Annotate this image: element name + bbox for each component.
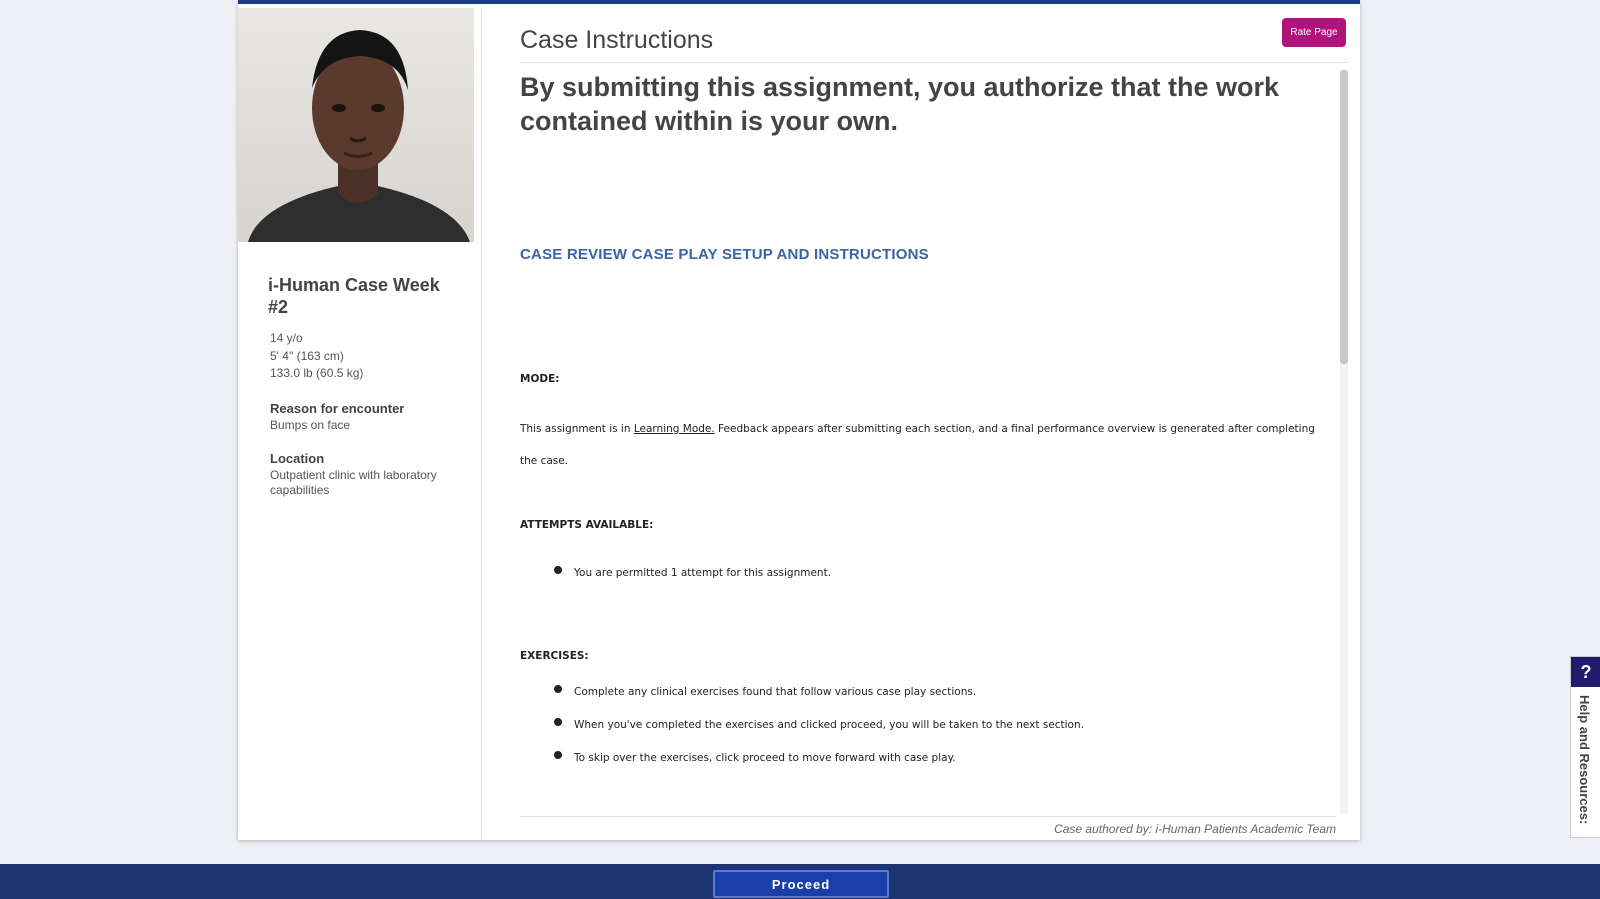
location-label: Location [270, 450, 325, 466]
title-divider [520, 62, 1348, 63]
proceed-button[interactable]: Proceed [713, 870, 889, 898]
footer-divider [520, 816, 1336, 817]
mode-label: MODE: [520, 373, 560, 385]
instructions-content: By submitting this assignment, you autho… [520, 70, 1328, 785]
patient-height: 5' 4" (163 cm) [270, 348, 344, 363]
exercises-list: Complete any clinical exercises found th… [554, 685, 1328, 785]
list-item: When you've completed the exercises and … [554, 718, 1328, 752]
attempts-list: You are permitted 1 attempt for this ass… [554, 566, 1328, 600]
list-item: To skip over the exercises, click procee… [554, 751, 1328, 785]
patient-weight: 133.0 lb (60.5 kg) [270, 366, 364, 380]
reason-label: Reason for encounter [270, 400, 405, 416]
patient-photo [238, 8, 474, 242]
reason-value: Bumps on face [270, 417, 351, 432]
attempts-label: ATTEMPTS AVAILABLE: [520, 519, 654, 531]
rate-page-button[interactable]: Rate Page [1282, 18, 1346, 47]
location-value: Outpatient clinic with laboratory capabi… [270, 467, 437, 497]
case-card: i-Human Case Week #2 14 y/o 5' 4" (163 c… [238, 0, 1360, 840]
patient-vitals: 14 y/o 5' 4" (163 cm) 133.0 lb (60.5 kg) [270, 330, 481, 383]
learning-mode-link[interactable]: Learning Mode. [634, 423, 715, 435]
instructions-panel: Case Instructions Rate Page By submittin… [520, 8, 1348, 840]
patient-sidebar: i-Human Case Week #2 14 y/o 5' 4" (163 c… [238, 8, 482, 840]
help-question-icon[interactable]: ? [1571, 657, 1600, 687]
mode-paragraph: This assignment is in Learning Mode. Fee… [520, 413, 1328, 477]
patient-avatar-illustration [248, 30, 470, 242]
patient-name: i-Human Case Week #2 [268, 275, 440, 317]
patient-age: 14 y/o [270, 331, 303, 345]
exercises-label: EXERCISES: [520, 650, 589, 662]
list-item: You are permitted 1 attempt for this ass… [554, 566, 1328, 600]
authorization-statement: By submitting this assignment, you autho… [520, 72, 1280, 136]
case-heading: CASE REVIEW CASE PLAY SETUP AND INSTRUCT… [520, 246, 929, 263]
author-credit: Case authored by: i-Human Patients Acade… [1054, 822, 1336, 836]
help-tab-label[interactable]: Help and Resources: [1577, 695, 1592, 824]
help-resources-tab[interactable]: ? Help and Resources: [1570, 656, 1600, 838]
scrollbar-thumb[interactable] [1340, 70, 1348, 364]
bottom-bar: Proceed [0, 864, 1600, 899]
list-item: Complete any clinical exercises found th… [554, 685, 1328, 719]
page-title: Case Instructions [520, 26, 714, 54]
mode-text-before: This assignment is in [520, 423, 634, 435]
